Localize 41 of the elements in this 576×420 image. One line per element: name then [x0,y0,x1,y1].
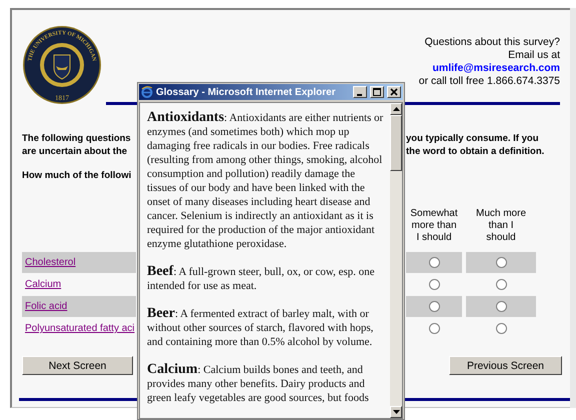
scroll-up-button[interactable] [390,103,402,115]
question-text: How much of the followi [22,169,132,182]
maximize-button[interactable] [370,86,384,98]
radio-button[interactable] [496,323,506,334]
window-title: Glossary - Microsoft Internet Explorer [156,86,336,98]
next-screen-button[interactable]: Next Screen [22,356,133,375]
intro-text: you typically consume. If you [406,132,540,145]
radio-button[interactable] [496,279,506,290]
email-link[interactable]: umlife@msiresearch.com [432,62,560,75]
browser-icon [141,86,153,98]
close-button[interactable] [387,86,401,98]
scroll-down-button[interactable] [390,406,402,418]
radio-button[interactable] [428,257,440,268]
intro-text: are uncertain about the [22,145,128,158]
scrollbar[interactable] [570,8,576,408]
glossary-link[interactable]: Polyunsaturated fatty aci [25,323,135,334]
email-label: Email us at [508,49,560,62]
glossary-entry: Beef: A full-grown steer, bull, ox, or cow, esp. one intended for use as meat. [147,265,376,293]
phone-text: or call toll free 1.866.674.3375 [418,75,560,88]
close-icon [390,88,398,96]
column-header: Somewhat more than I should [410,208,458,244]
arrow-icon [392,107,400,111]
glossary-link[interactable]: Calcium [25,279,62,290]
column-header: Much more than I should [476,208,526,244]
arrow-icon [392,410,400,414]
previous-screen-button[interactable]: Previous Screen [449,356,562,375]
glossary-entry: Beer: A fermented extract of barley malt, with or without other sources of starch, flavored with hops, and containing more than 0.5% alcohol by volume. [147,307,374,349]
glossary-link[interactable]: Folic acid [25,301,68,312]
intro-text: the word to obtain a definition. [406,145,546,158]
radio-button[interactable] [496,257,506,268]
maximize-icon [373,88,381,96]
minimize-button[interactable] [353,86,367,98]
survey-question-text: Questions about this survey? [424,36,560,49]
radio-button[interactable] [428,279,440,290]
radio-button[interactable] [428,323,440,334]
scroll-thumb[interactable] [390,115,402,171]
radio-button[interactable] [496,301,506,312]
radio-button[interactable] [428,301,440,312]
glossary-entry: Calcium: Calcium builds bones and teeth, and provides many other benefits. Dairy products and green leafy vegetables are good sources, but foods [147,363,370,405]
glossary-entry: Antioxidants: Antioxidants are either nutrients or enzymes (and sometimes both) which mop up damaging free radicals in our bodies. Free radicals (resulting from among other things, smoking, alcohol consumption and pollution) readily damage the tissues of our body and have been linked with the onset of many diseases including heart disease and cancer. Selenium is indirectly an antioxidant as it is required for the production of the major antioxidant enzyme glutathione peroxidase. [147,111,384,251]
intro-text: The following questions [22,132,132,145]
